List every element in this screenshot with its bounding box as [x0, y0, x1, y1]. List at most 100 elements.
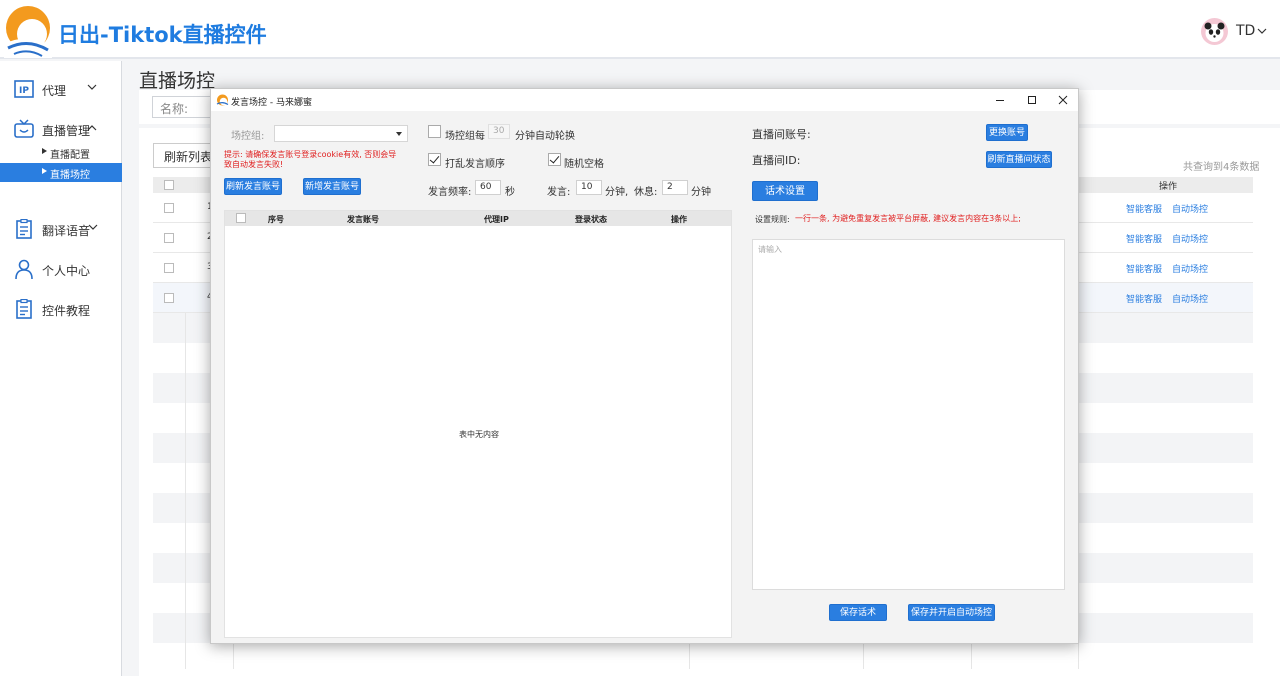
- refresh-room-status-button[interactable]: 刷新直播间状态: [986, 151, 1052, 168]
- avatar[interactable]: [1201, 18, 1228, 45]
- smart-service-link[interactable]: 智能客服: [1126, 292, 1162, 305]
- sidebar: IP 代理 直播管理 直播配置 直播场控 翻译语音 个人中心 控件教程: [0, 61, 122, 676]
- auto-control-link[interactable]: 自动场控: [1172, 262, 1208, 275]
- column-header: 登录状态: [575, 215, 607, 224]
- row-checkbox[interactable]: [164, 233, 174, 243]
- frequency-label: 发言频率:: [428, 187, 472, 198]
- speech-control-dialog: 发言场控 - 马来娜蜜 场控组: 场控组每 30 分钟自动轮换 提示: 请确保发…: [210, 88, 1079, 644]
- rotate-suffix-label: 分钟自动轮换: [515, 131, 575, 142]
- smart-service-link[interactable]: 智能客服: [1126, 232, 1162, 245]
- table-empty-text: 表中无内容: [459, 430, 499, 439]
- total-count-text: 共查询到4条数据: [1183, 162, 1260, 173]
- sidebar-subitem-live-config[interactable]: 直播配置: [0, 143, 122, 162]
- random-space-label: 随机空格: [564, 159, 604, 170]
- app-header: 日出-Tiktok直播控件 TD: [0, 0, 1280, 59]
- column-header: 发言账号: [347, 215, 379, 224]
- panda-avatar-icon: [1204, 22, 1225, 42]
- rule-prefix-label: 设置规则:: [755, 215, 790, 224]
- shuffle-order-checkbox[interactable]: [428, 153, 441, 166]
- select-all-checkbox[interactable]: [164, 180, 174, 190]
- dialog-titlebar[interactable]: 发言场控 - 马来娜蜜: [211, 89, 1078, 111]
- sidebar-item-proxy[interactable]: IP 代理: [0, 73, 122, 105]
- tv-icon: [14, 119, 34, 138]
- script-settings-button[interactable]: 话术设置: [752, 181, 818, 201]
- room-account-label: 直播间账号:: [752, 128, 811, 141]
- script-content-textarea[interactable]: 请输入: [752, 239, 1065, 590]
- sunrise-logo-icon: [216, 94, 229, 106]
- chevron-up-icon: [87, 125, 97, 131]
- row-checkbox[interactable]: [164, 293, 174, 303]
- frequency-unit: 秒: [505, 187, 515, 198]
- sidebar-subitem-label: 直播场控: [50, 170, 90, 181]
- auto-control-link[interactable]: 自动场控: [1172, 202, 1208, 215]
- rule-text: 一行一条, 为避免重复发言被平台屏蔽, 建议发言内容在3条以上;: [795, 214, 1021, 223]
- select-all-checkbox[interactable]: [236, 213, 246, 223]
- column-header: 序号: [268, 215, 284, 224]
- document-icon: [16, 299, 32, 319]
- rotate-prefix-label: 场控组每: [445, 131, 485, 142]
- room-id-label: 直播间ID:: [752, 154, 801, 167]
- refresh-list-button[interactable]: 刷新列表: [153, 143, 213, 168]
- control-group-select[interactable]: [274, 125, 408, 142]
- close-icon[interactable]: [1055, 92, 1071, 108]
- auto-control-link[interactable]: 自动场控: [1172, 292, 1208, 305]
- maximize-icon[interactable]: [1024, 92, 1040, 108]
- svg-text:IP: IP: [19, 86, 29, 96]
- add-account-button[interactable]: 新增发言账号: [303, 178, 361, 195]
- frequency-input[interactable]: 60: [475, 180, 501, 195]
- speak-label: 发言:: [547, 187, 571, 198]
- sidebar-item-label: 个人中心: [42, 264, 91, 278]
- column-header-operation: 操作: [1159, 182, 1178, 192]
- sidebar-item-label: 翻译语音: [42, 224, 91, 238]
- dropdown-arrow-icon: [396, 132, 402, 136]
- caret-right-icon: [42, 168, 47, 174]
- app-title: 日出-Tiktok直播控件: [58, 23, 267, 47]
- chevron-down-icon: [87, 84, 97, 90]
- minimize-icon[interactable]: [992, 92, 1008, 108]
- rest-label: 休息:: [634, 187, 658, 198]
- sidebar-item-label: 直播管理: [42, 124, 91, 138]
- tip-text-line1: 提示: 请确保发言账号登录cookie有效, 否则会导: [224, 150, 397, 159]
- auto-control-link[interactable]: 自动场控: [1172, 232, 1208, 245]
- control-group-label: 场控组:: [231, 131, 265, 142]
- column-divider: [185, 313, 186, 669]
- sunrise-logo-icon: [4, 6, 52, 58]
- user-name[interactable]: TD: [1236, 23, 1255, 39]
- smart-service-link[interactable]: 智能客服: [1126, 262, 1162, 275]
- accounts-table-header: 序号 发言账号 代理IP 登录状态 操作: [225, 211, 731, 226]
- sidebar-item-tutorial[interactable]: 控件教程: [0, 293, 122, 325]
- user-icon: [15, 259, 33, 279]
- sidebar-item-label: 代理: [42, 84, 67, 98]
- shuffle-order-label: 打乱发言顺序: [445, 159, 505, 170]
- smart-service-link[interactable]: 智能客服: [1126, 202, 1162, 215]
- caret-right-icon: [42, 148, 47, 154]
- rotate-minutes-input[interactable]: 30: [488, 124, 510, 139]
- tip-text-line2: 致自动发言失败!: [224, 160, 284, 169]
- rest-unit: 分钟: [691, 187, 711, 198]
- rotate-checkbox[interactable]: [428, 125, 441, 138]
- rest-minutes-input[interactable]: 2: [662, 180, 688, 195]
- chevron-down-icon[interactable]: [1257, 28, 1267, 35]
- sidebar-item-translate-voice[interactable]: 翻译语音: [0, 213, 122, 245]
- document-icon: [16, 219, 32, 239]
- speak-minutes-input[interactable]: 10: [576, 180, 602, 195]
- sidebar-item-label: 控件教程: [42, 304, 91, 318]
- sidebar-item-personal-center[interactable]: 个人中心: [0, 253, 122, 285]
- change-account-button[interactable]: 更换账号: [986, 124, 1028, 141]
- random-space-checkbox[interactable]: [548, 153, 561, 166]
- dialog-title: 发言场控 - 马来娜蜜: [231, 98, 312, 108]
- sidebar-subitem-live-control[interactable]: 直播场控: [0, 163, 122, 182]
- page-title: 直播场控: [139, 70, 216, 92]
- column-header: 代理IP: [484, 215, 509, 224]
- speech-accounts-table: 序号 发言账号 代理IP 登录状态 操作 表中无内容: [224, 210, 732, 638]
- chevron-down-icon: [88, 224, 98, 230]
- row-checkbox[interactable]: [164, 263, 174, 273]
- save-script-button[interactable]: 保存话术: [829, 604, 887, 621]
- sidebar-item-live-management[interactable]: 直播管理: [0, 113, 122, 145]
- column-header: 操作: [671, 215, 687, 224]
- ip-icon: IP: [14, 80, 34, 98]
- save-and-start-button[interactable]: 保存并开启自动场控: [908, 604, 995, 621]
- textarea-placeholder: 请输入: [758, 245, 782, 254]
- row-checkbox[interactable]: [164, 203, 174, 213]
- refresh-accounts-button[interactable]: 刷新发言账号: [224, 178, 282, 195]
